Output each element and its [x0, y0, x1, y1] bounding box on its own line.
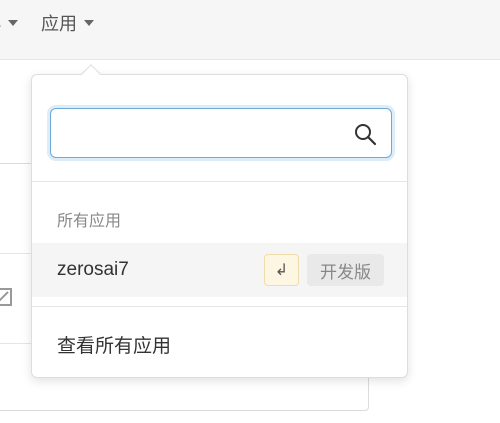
edit-checkbox-icon[interactable] — [0, 288, 12, 306]
nav-item-previous-label: s — [0, 13, 1, 34]
view-all-apps-link[interactable]: 查看所有应用 — [57, 331, 171, 358]
enter-key-icon: ↲ — [264, 254, 299, 286]
section-label-all-apps: 所有应用 — [57, 213, 122, 230]
nav-item-apps[interactable]: 应用 — [41, 10, 94, 36]
search-input[interactable] — [59, 117, 339, 149]
search-box[interactable] — [50, 108, 392, 158]
divider — [32, 306, 407, 307]
popover-arrow — [81, 64, 101, 84]
apps-dropdown-popover: 所有应用 zerosai7 ↲ 开发版 查看所有应用 — [31, 64, 408, 378]
app-list-item[interactable]: zerosai7 ↲ 开发版 — [32, 243, 407, 297]
nav-item-apps-label: 应用 — [41, 14, 77, 34]
search-icon[interactable] — [353, 122, 377, 146]
caret-down-icon — [84, 20, 94, 26]
version-badge: 开发版 — [307, 254, 384, 286]
caret-down-icon — [8, 20, 18, 26]
top-nav-bar: s 应用 — [0, 0, 500, 60]
nav-item-previous[interactable]: s — [0, 10, 18, 36]
divider — [32, 181, 407, 182]
app-name: zerosai7 — [57, 259, 129, 280]
